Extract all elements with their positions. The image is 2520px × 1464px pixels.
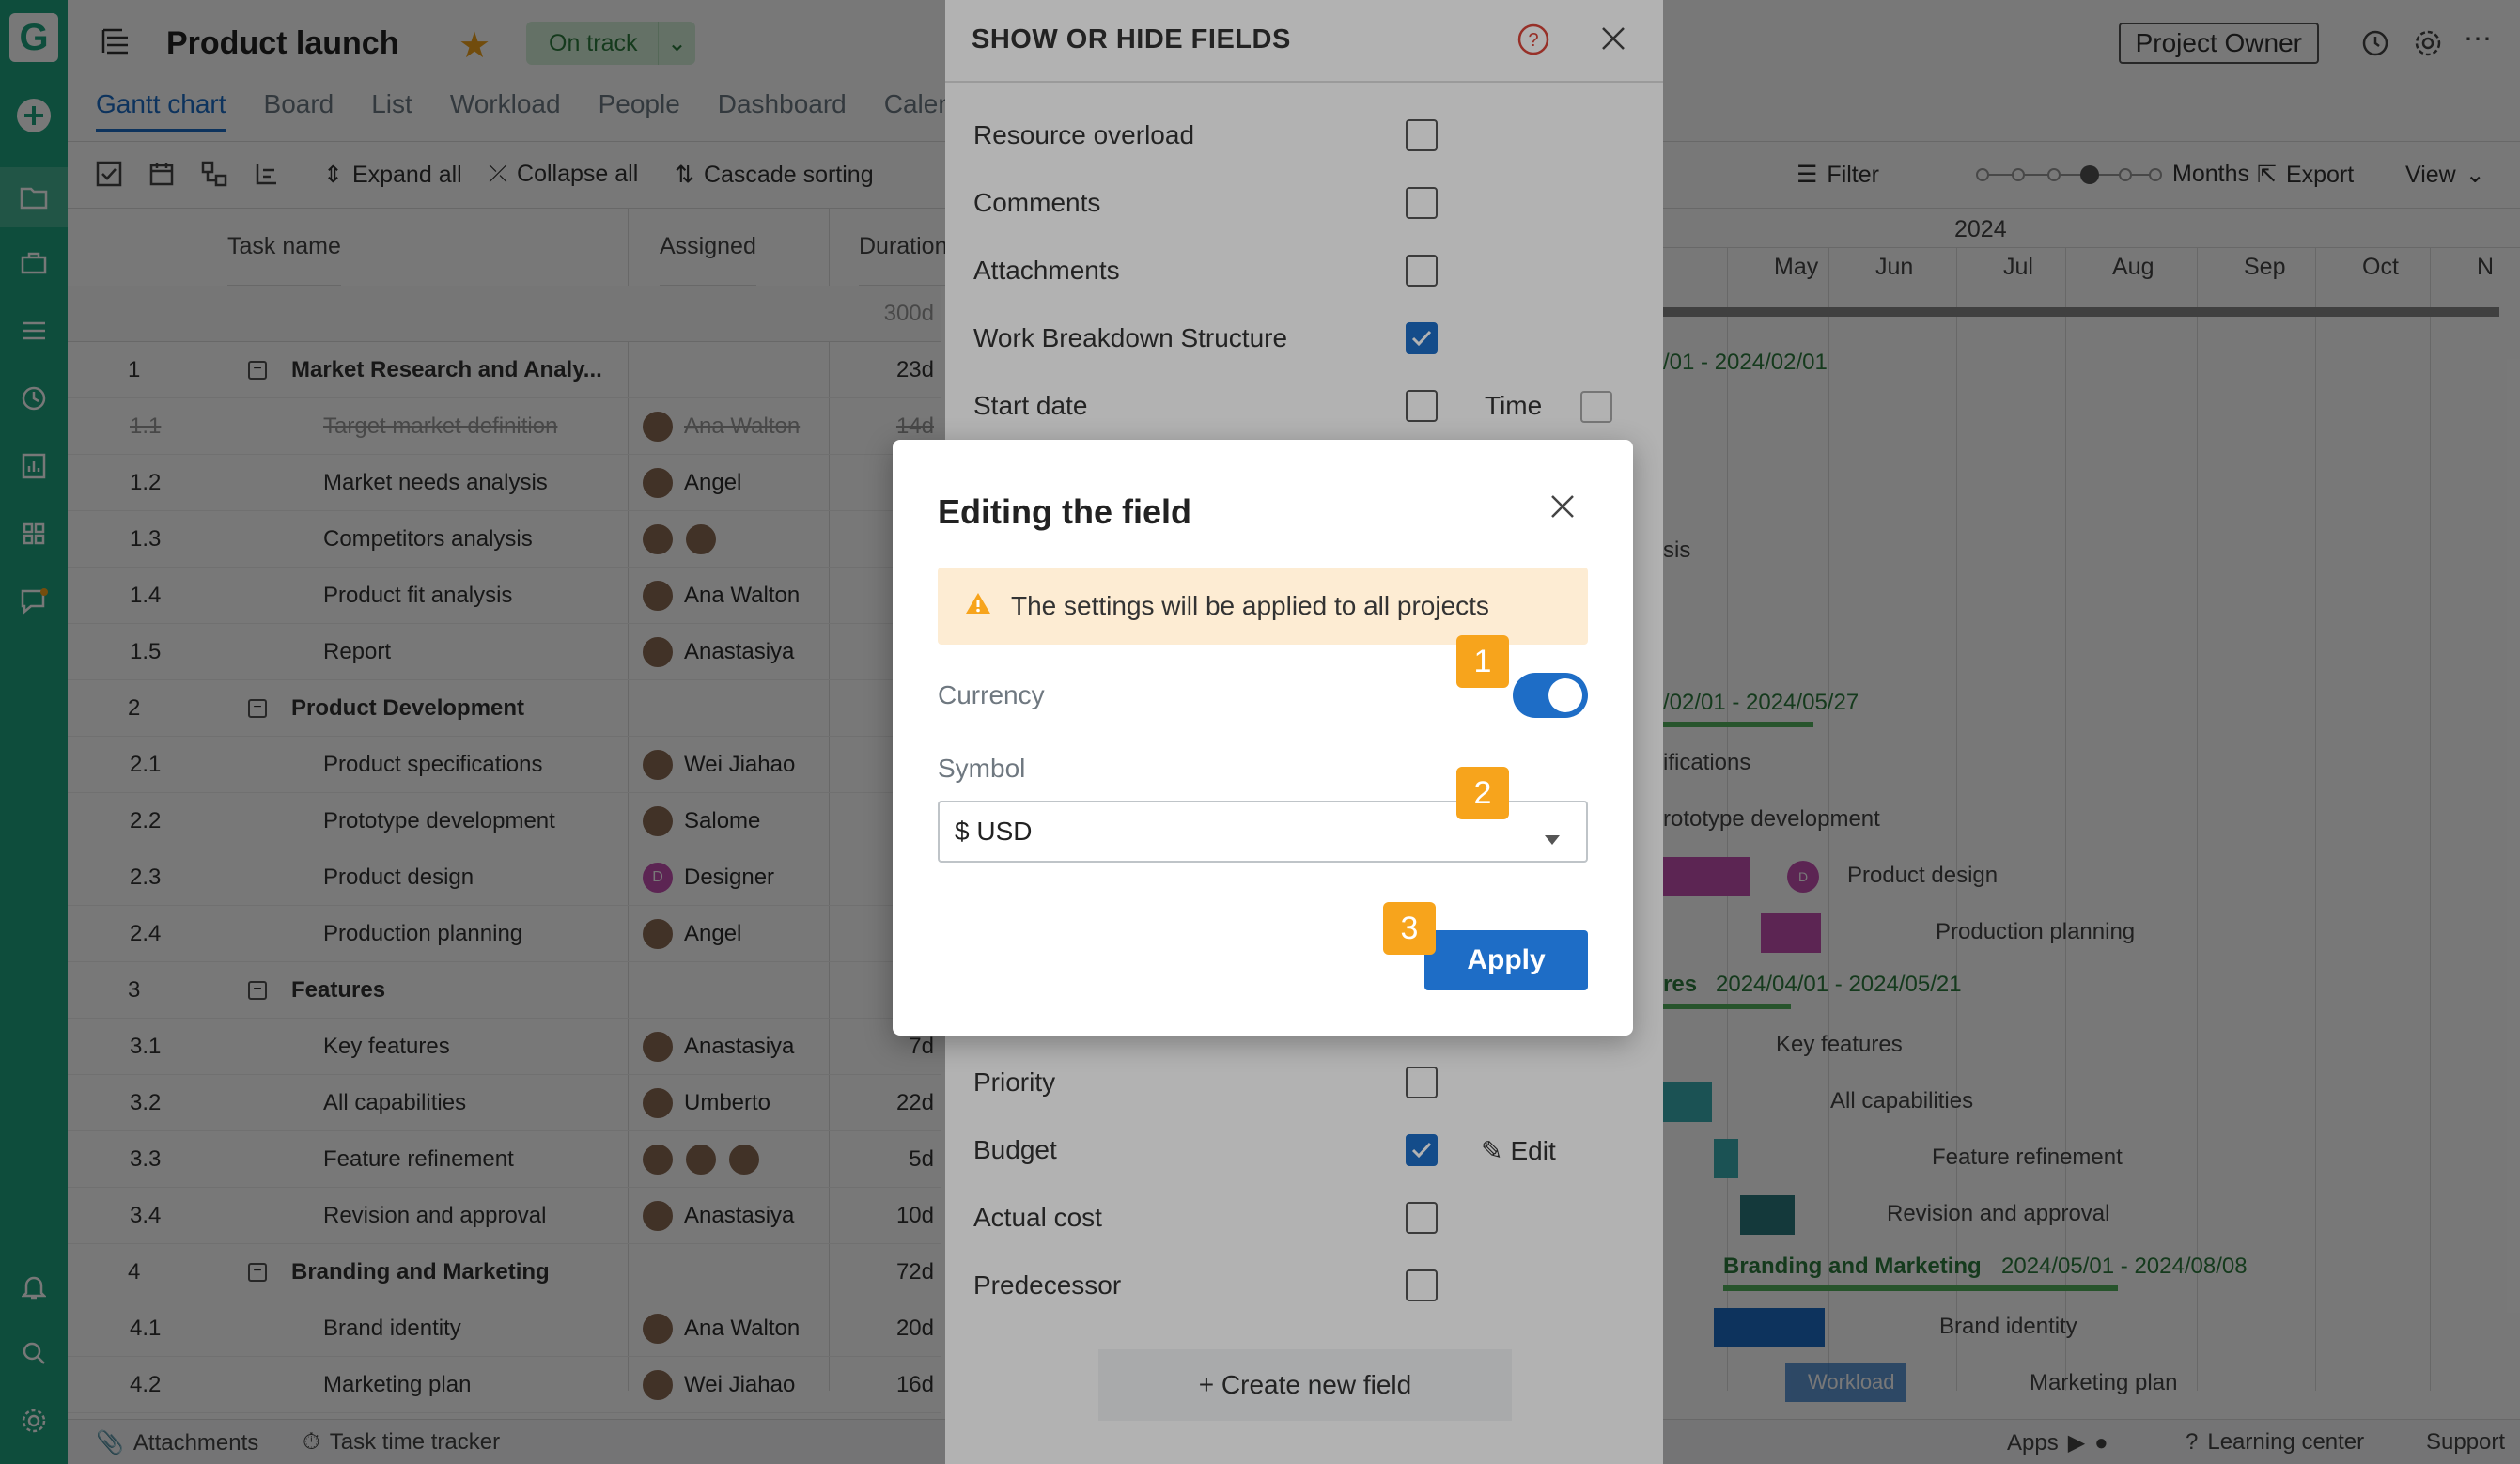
- step-badge-3: 3: [1383, 902, 1436, 955]
- dialog-title: Editing the field: [938, 492, 1191, 531]
- close-icon[interactable]: [1548, 492, 1577, 525]
- warning-triangle-icon: [964, 591, 992, 622]
- symbol-label: Symbol: [938, 754, 1026, 783]
- symbol-value: $ USD: [955, 817, 1033, 846]
- caret-down-icon: [1543, 823, 1562, 853]
- currency-label: Currency: [938, 680, 1045, 709]
- step-badge-2: 2: [1456, 767, 1509, 819]
- step-badge-1: 1: [1456, 635, 1509, 688]
- editing-field-dialog: Editing the field The settings will be a…: [893, 440, 1633, 1036]
- apply-button[interactable]: Apply: [1424, 930, 1588, 990]
- toggle-knob: [1548, 678, 1582, 712]
- currency-toggle[interactable]: [1513, 673, 1588, 718]
- warning-banner: The settings will be applied to all proj…: [938, 568, 1588, 645]
- warning-text: The settings will be applied to all proj…: [1011, 591, 1489, 620]
